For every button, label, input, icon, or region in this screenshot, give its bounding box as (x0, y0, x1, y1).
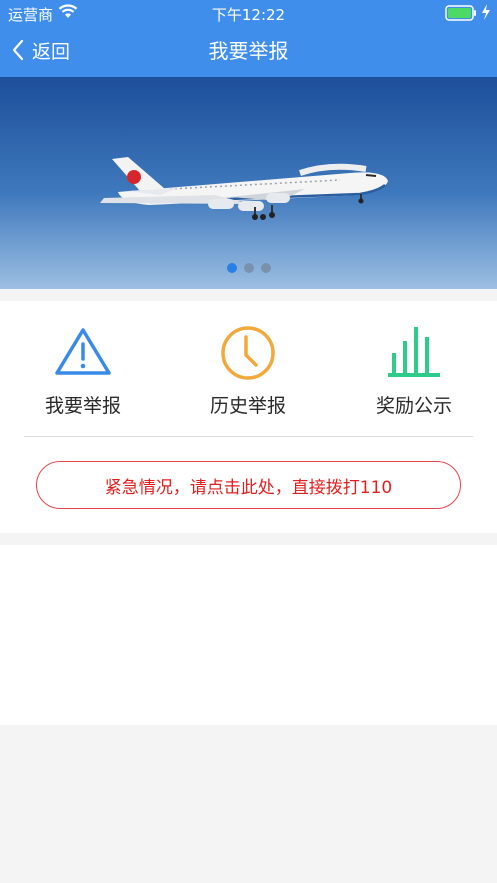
carousel-dot[interactable] (226, 263, 237, 273)
status-bar: 运营商 下午12:22 (0, 0, 497, 26)
battery-icon (445, 5, 476, 21)
menu-rewards-label: 奖励公示 (375, 395, 452, 417)
banner-carousel[interactable] (0, 77, 497, 289)
airplane-image (0, 77, 497, 289)
carousel-dot[interactable] (260, 263, 271, 273)
menu-report-label: 我要举报 (44, 395, 121, 417)
menu-history[interactable]: 历史举报 (178, 323, 318, 418)
action-panel: 我要举报 历史举报 奖励公示 紧急情况，请点击此处，直接拨打110 (0, 301, 497, 533)
carousel-dot[interactable] (243, 263, 254, 273)
status-time: 下午12:22 (211, 6, 286, 24)
content-area (0, 545, 497, 725)
charging-icon (482, 4, 490, 20)
emergency-call-button[interactable]: 紧急情况，请点击此处，直接拨打110 (36, 461, 461, 509)
warning-icon (55, 328, 111, 375)
divider (24, 436, 473, 437)
menu-report[interactable]: 我要举报 (13, 323, 153, 418)
menu-rewards[interactable]: 奖励公示 (344, 323, 484, 418)
carousel-dots (0, 263, 497, 273)
header: 运营商 下午12:22 返回 我要举报 (0, 0, 497, 77)
clock-icon (221, 326, 275, 380)
page-title: 我要举报 (208, 39, 289, 63)
menu-history-label: 历史举报 (209, 395, 286, 417)
bar-chart-icon (388, 327, 440, 377)
nav-bar: 返回 我要举报 (0, 26, 497, 77)
